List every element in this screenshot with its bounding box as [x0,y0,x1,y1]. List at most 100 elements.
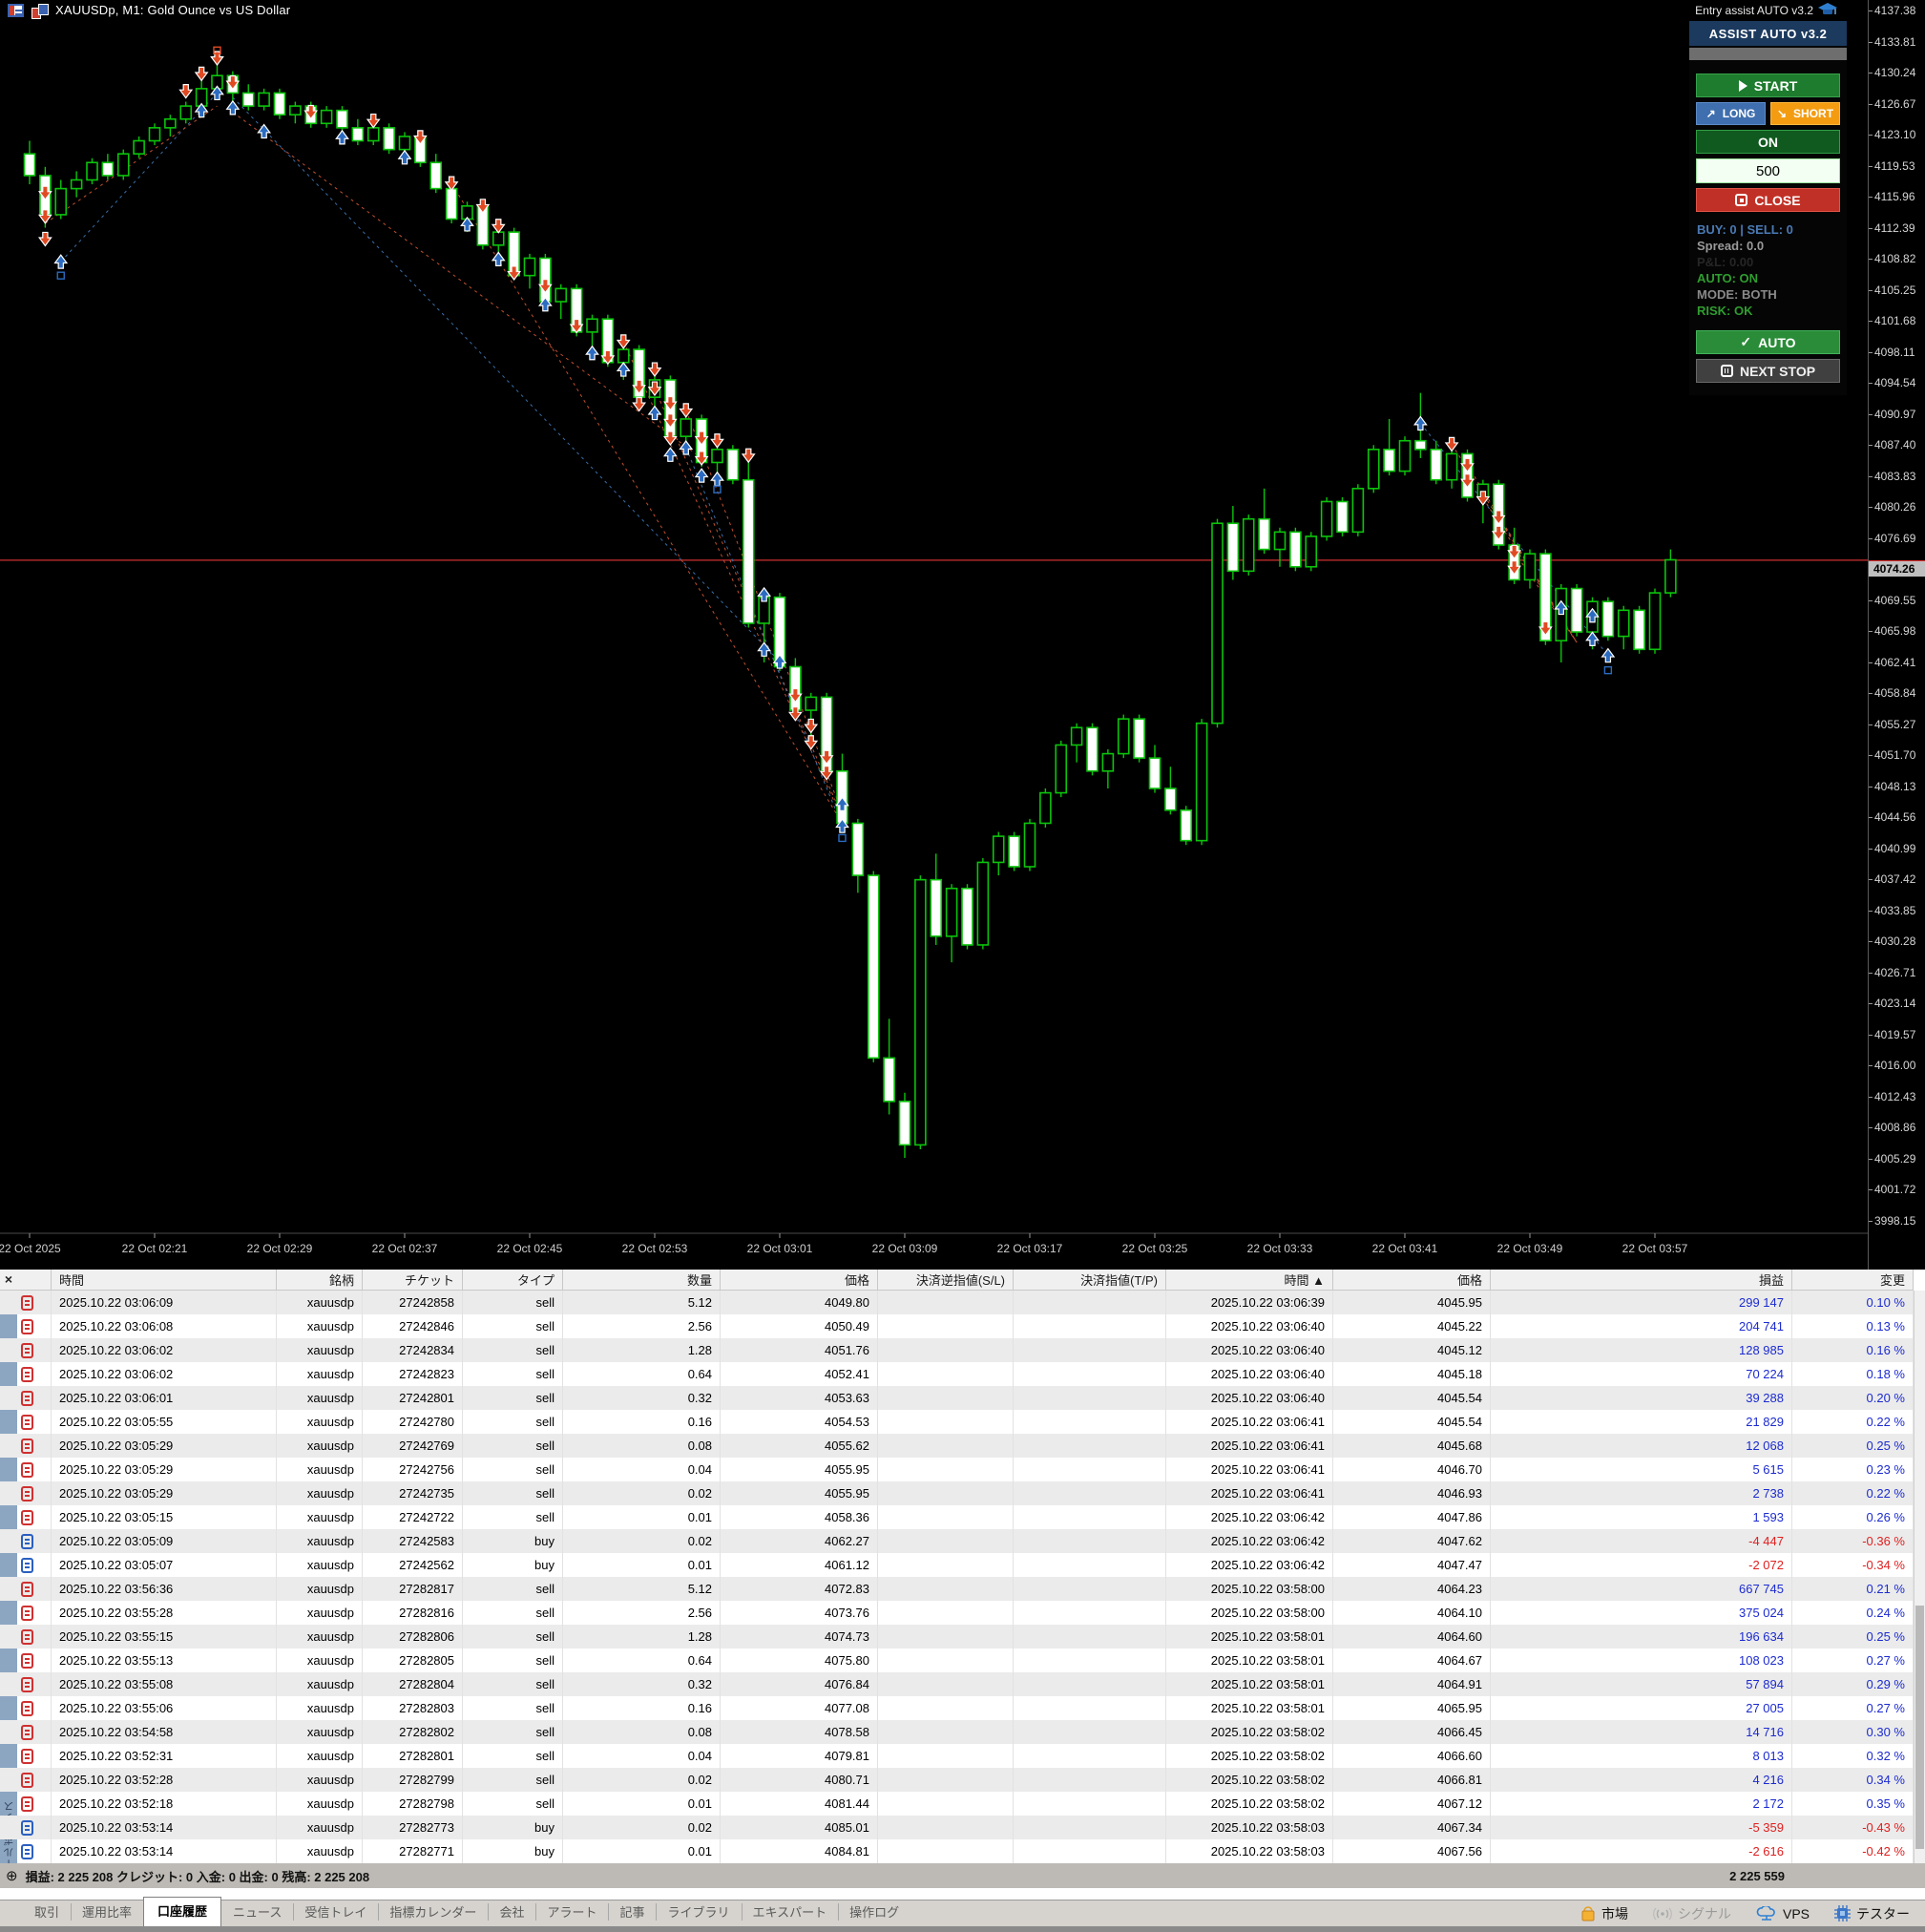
cell: 0.10 % [1792,1291,1914,1314]
history-row[interactable]: 2025.10.22 03:55:13xauusdp27282805sell0.… [0,1648,1914,1672]
vps-status-item[interactable]: VPS [1756,1906,1810,1922]
cell: 4047.86 [1333,1505,1491,1529]
history-row[interactable]: 2025.10.22 03:06:02xauusdp27242823sell0.… [0,1362,1914,1386]
column-header[interactable]: 時間 [52,1270,277,1290]
price-axis[interactable]: 4137.384133.814130.244126.674123.104119.… [1868,0,1925,1270]
tab-口座履歴[interactable]: 口座履歴 [143,1897,221,1926]
tab-受信トレイ[interactable]: 受信トレイ [293,1898,378,1926]
history-row[interactable]: 2025.10.22 03:05:29xauusdp27242735sell0.… [0,1481,1914,1505]
history-row[interactable]: 2025.10.22 03:53:14xauusdp27282771buy0.0… [0,1839,1914,1863]
tab-取引[interactable]: 取引 [23,1898,71,1926]
market-status-item[interactable]: 市場 [1580,1904,1628,1923]
history-row[interactable]: 2025.10.22 03:54:58xauusdp27282802sell0.… [0,1720,1914,1744]
history-row[interactable]: 2025.10.22 03:05:55xauusdp27242780sell0.… [0,1410,1914,1434]
price-axis-label: 4008.86 [1869,1121,1915,1134]
auto-button[interactable]: ✓ AUTO [1696,330,1840,354]
history-row[interactable]: 2025.10.22 03:55:28xauusdp27282816sell2.… [0,1601,1914,1625]
cell [878,1768,1014,1792]
tab-運用比率[interactable]: 運用比率 [71,1898,143,1926]
price-axis-label: 4123.10 [1869,128,1915,141]
cell: 0.16 [563,1696,721,1720]
cell [878,1816,1014,1839]
history-row[interactable]: 2025.10.22 03:52:31xauusdp27282801sell0.… [0,1744,1914,1768]
column-header[interactable]: 損益 [1491,1270,1792,1290]
plus-icon[interactable]: ⊕ [6,1867,18,1884]
tester-status-item[interactable]: テスター [1834,1904,1910,1923]
tab-記事[interactable]: 記事 [608,1898,656,1926]
signal-status-item[interactable]: シグナル [1653,1904,1731,1923]
price-axis-label: 4094.54 [1869,376,1915,389]
column-header[interactable]: 変更 [1792,1270,1914,1290]
candle [102,162,113,176]
column-header[interactable]: 銘柄 [277,1270,363,1290]
tab-アラート[interactable]: アラート [535,1898,608,1926]
cell: 196 634 [1491,1625,1792,1648]
cell: xauusdp [277,1720,363,1744]
cell: 2025.10.22 03:05:29 [52,1458,277,1481]
next-stop-button[interactable]: NEXT STOP [1696,359,1840,383]
column-header[interactable]: 決済指値(T/P) [1014,1270,1166,1290]
close-all-button[interactable]: CLOSE [1696,188,1840,212]
chart-window-icon[interactable] [31,4,48,17]
history-row[interactable]: 2025.10.22 03:06:08xauusdp27242846sell2.… [0,1314,1914,1338]
price-axis-label: 4126.67 [1869,97,1915,111]
cell: 27242846 [363,1314,463,1338]
cell: -0.42 % [1792,1839,1914,1863]
sell-order-icon [21,1486,33,1502]
lot-size-input[interactable]: 500 [1696,158,1840,183]
column-header[interactable]: 数量 [563,1270,721,1290]
candle [525,258,535,275]
column-header[interactable]: 価格 [721,1270,878,1290]
tab-指標カレンダー[interactable]: 指標カレンダー [378,1898,488,1926]
history-row[interactable]: 2025.10.22 03:05:29xauusdp27242756sell0.… [0,1458,1914,1481]
cell [878,1386,1014,1410]
candle [618,349,629,363]
tab-会社[interactable]: 会社 [488,1898,535,1926]
candle [259,93,269,106]
tab-エキスパート[interactable]: エキスパート [742,1898,839,1926]
table-scrollbar[interactable] [1914,1291,1925,1863]
history-row[interactable]: 2025.10.22 03:05:09xauusdp27242583buy0.0… [0,1529,1914,1553]
price-axis-label: 4048.13 [1869,780,1915,793]
toolbox-close-button[interactable]: × [1,1271,16,1287]
history-row[interactable]: 2025.10.22 03:06:02xauusdp27242834sell1.… [0,1338,1914,1362]
column-header[interactable]: タイプ [463,1270,563,1290]
quotes-window-icon[interactable] [8,4,24,17]
history-row[interactable]: 2025.10.22 03:55:08xauusdp27282804sell0.… [0,1672,1914,1696]
price-axis-label: 4069.55 [1869,594,1915,607]
tab-ニュース[interactable]: ニュース [221,1898,293,1926]
history-row[interactable]: 2025.10.22 03:52:18xauusdp27282798sell0.… [0,1792,1914,1816]
start-button[interactable]: START [1696,74,1840,97]
cell [1014,1720,1166,1744]
history-row[interactable]: 2025.10.22 03:05:29xauusdp27242769sell0.… [0,1434,1914,1458]
on-toggle-button[interactable]: ON [1696,130,1840,154]
column-header[interactable]: 時間 ▲ [1166,1270,1333,1290]
tab-操作ログ[interactable]: 操作ログ [838,1898,910,1926]
cell: 27242834 [363,1338,463,1362]
scrollbar-thumb[interactable] [1915,1606,1924,1849]
history-row[interactable]: 2025.10.22 03:06:01xauusdp27242801sell0.… [0,1386,1914,1410]
history-row[interactable]: 2025.10.22 03:53:14xauusdp27282773buy0.0… [0,1816,1914,1839]
tab-ライブラリ[interactable]: ライブラリ [656,1898,741,1926]
history-row[interactable]: 2025.10.22 03:56:36xauusdp27282817sell5.… [0,1577,1914,1601]
cell: buy [463,1816,563,1839]
column-header[interactable]: チケット [363,1270,463,1290]
candlestick-chart[interactable]: 22 Oct 202522 Oct 02:2122 Oct 02:2922 Oc… [0,0,1868,1270]
column-header[interactable]: 価格 [1333,1270,1491,1290]
long-button[interactable]: ↗ LONG [1696,102,1766,125]
history-row[interactable]: 2025.10.22 03:55:15xauusdp27282806sell1.… [0,1625,1914,1648]
history-row[interactable]: 2025.10.22 03:06:09xauusdp27242858sell5.… [0,1291,1914,1314]
cell: 299 147 [1491,1291,1792,1314]
cell: 2025.10.22 03:53:14 [52,1816,277,1839]
short-arrow-icon: ↘ [1777,107,1787,120]
history-row[interactable]: 2025.10.22 03:52:28xauusdp27282799sell0.… [0,1768,1914,1792]
history-row[interactable]: 2025.10.22 03:55:06xauusdp27282803sell0.… [0,1696,1914,1720]
short-button[interactable]: ↘ SHORT [1770,102,1840,125]
cell: -2 616 [1491,1839,1792,1863]
history-row[interactable]: 2025.10.22 03:05:15xauusdp27242722sell0.… [0,1505,1914,1529]
candle [134,141,144,155]
sell-order-icon [21,1629,33,1645]
price-axis-label: 4044.56 [1869,810,1915,824]
history-row[interactable]: 2025.10.22 03:05:07xauusdp27242562buy0.0… [0,1553,1914,1577]
column-header[interactable]: 決済逆指値(S/L) [878,1270,1014,1290]
